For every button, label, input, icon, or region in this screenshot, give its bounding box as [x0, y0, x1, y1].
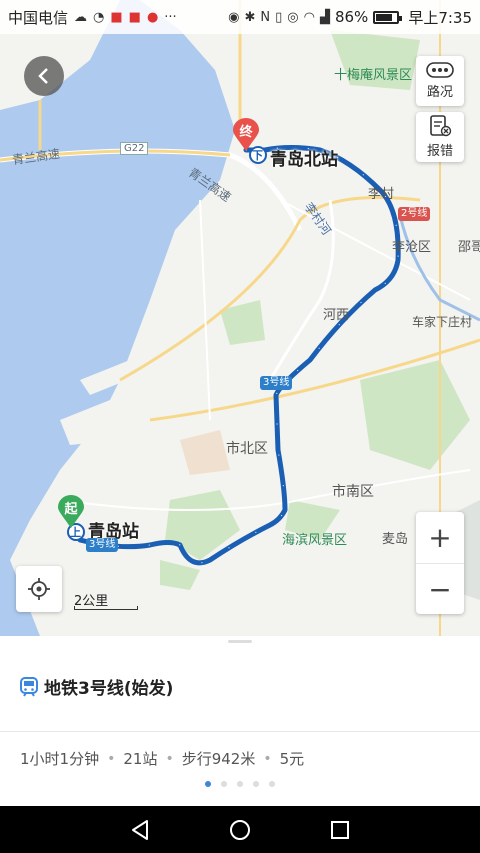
report-icon — [430, 115, 452, 137]
page-dot[interactable] — [253, 781, 259, 787]
nfc-icon: N — [260, 9, 271, 25]
page-dot[interactable] — [221, 781, 227, 787]
eye-icon: ◎ — [287, 9, 299, 25]
metro-icon — [20, 676, 38, 697]
route-walk: 步行942米 — [181, 750, 256, 768]
zoom-in-button[interactable]: + — [416, 512, 464, 563]
app-notification-icon: ■ — [110, 9, 123, 25]
route-stops: 21站 — [123, 750, 158, 768]
system-nav-bar — [0, 806, 480, 853]
status-bar: 中国电信 ☁ ◔ ■ ■ ● ··· ◉ ✱ N ▯ ◎ ◠ ▟ 86% 早上7… — [0, 0, 480, 34]
page-dot[interactable] — [237, 781, 243, 787]
start-pin[interactable]: 起 — [58, 495, 84, 529]
clock: 早上7:35 — [408, 8, 472, 27]
map-view[interactable]: 下 上 青岛北站 青岛站 十梅庵风景区 李村 李沧区 邵哥 车家下庄村 河西 市… — [0, 0, 480, 636]
report-error-button[interactable]: 报错 — [416, 112, 464, 162]
back-button[interactable] — [24, 56, 64, 96]
more-icon: ··· — [164, 9, 177, 25]
map-scale-bar — [74, 606, 138, 610]
carrier-name: 中国电信 — [8, 8, 69, 27]
weather-icon: ☁ — [74, 9, 88, 25]
recents-square-icon[interactable] — [329, 819, 351, 841]
area-label-chejia: 车家下庄村 — [412, 315, 473, 329]
sheet-divider — [0, 731, 480, 732]
battery-icon — [373, 10, 403, 24]
route-duration: 1小时1分钟 — [20, 750, 100, 768]
end-pin[interactable]: 终 — [233, 118, 259, 152]
locate-button[interactable] — [16, 566, 62, 612]
report-label: 报错 — [426, 144, 453, 159]
area-label-licun: 李村 — [368, 187, 395, 202]
separator-dot: • — [107, 750, 116, 767]
line-badge-3-start: 3号线 — [86, 538, 119, 552]
chat-icon: ◔ — [93, 9, 105, 25]
page-dot[interactable] — [269, 781, 275, 787]
line-badge-2: 2号线 — [398, 207, 431, 221]
wifi-icon: ◠ — [303, 9, 315, 25]
line-badge-3-mid: 3号线 — [260, 376, 293, 390]
bluetooth-icon: ✱ — [244, 9, 256, 25]
route-fare: 5元 — [279, 750, 305, 768]
route-title-text: 地铁3号线(始发) — [44, 679, 174, 699]
poi-label-shimeian[interactable]: 十梅庵风景区 — [334, 64, 412, 83]
zoom-out-button[interactable]: − — [416, 563, 464, 614]
route-title[interactable]: 地铁3号线(始发) — [20, 674, 173, 699]
locate-icon — [28, 578, 50, 600]
route-page-indicator[interactable] — [0, 781, 480, 787]
route-summary: 1小时1分钟 • 21站 • 步行942米 • 5元 — [20, 748, 304, 769]
battery-percent: 86% — [334, 8, 369, 26]
separator-dot: • — [263, 750, 272, 767]
road-label-g22: G22 — [120, 142, 149, 155]
vibrate-icon: ▯ — [275, 9, 283, 25]
location-notification-icon: ● — [146, 9, 159, 25]
home-circle-icon[interactable] — [229, 819, 251, 841]
chevron-left-icon — [38, 68, 48, 84]
area-label-hexi: 河西 — [323, 308, 350, 323]
traffic-icon — [426, 62, 454, 78]
location-icon: ◉ — [228, 9, 240, 25]
poi-label-haibin[interactable]: 海滨风景区 — [282, 529, 347, 548]
area-label-licang: 李沧区 — [392, 240, 432, 255]
sheet-handle[interactable] — [228, 640, 252, 643]
app-notification-icon-2: ■ — [128, 9, 141, 25]
zoom-controls: + − — [416, 512, 464, 614]
area-label-shinan: 市南区 — [332, 484, 374, 500]
area-label-shao: 邵哥 — [458, 240, 480, 255]
page-dot[interactable] — [205, 781, 211, 787]
signal-icon: ▟ — [319, 9, 330, 25]
station-label-qingdao-north[interactable]: 青岛北站 — [270, 145, 338, 170]
area-label-maidao: 麦岛 — [382, 532, 409, 547]
back-triangle-icon[interactable] — [129, 819, 151, 841]
area-label-shibei: 市北区 — [226, 441, 268, 457]
traffic-label: 路况 — [426, 85, 453, 100]
separator-dot: • — [165, 750, 174, 767]
traffic-button[interactable]: 路况 — [416, 56, 464, 106]
